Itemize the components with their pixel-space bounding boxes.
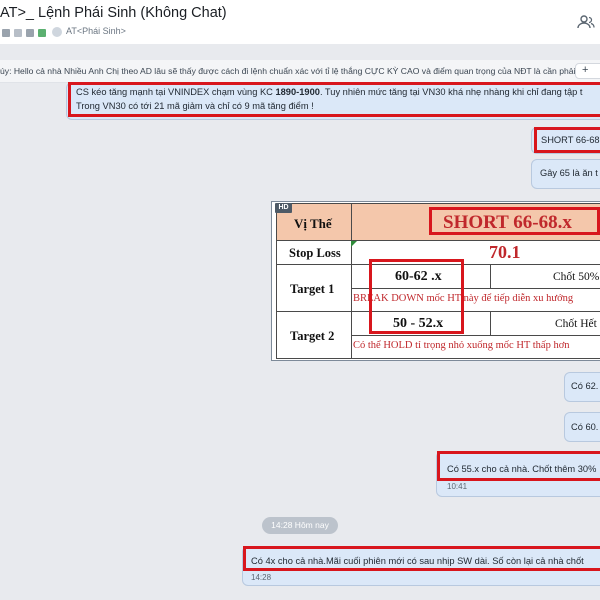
highlight-box	[68, 82, 600, 117]
corner-marker-icon	[351, 241, 357, 247]
target2-close: Chốt Hết	[555, 318, 597, 330]
target1-label: Target 1	[290, 282, 335, 296]
pinned-expand-button[interactable]: +	[575, 63, 600, 79]
stop-loss-label: Stop Loss	[289, 246, 341, 260]
message-timestamp: 10:41	[447, 482, 468, 491]
highlight-box	[243, 546, 600, 571]
message-text: Có 60.	[571, 422, 599, 432]
vi-the-label: Vị Thế	[294, 216, 332, 231]
blurred-member	[26, 29, 34, 37]
target1-close: Chốt 50%	[553, 271, 600, 283]
chat-title[interactable]: AT>_ Lệnh Phái Sinh (Không Chat)	[0, 5, 227, 21]
highlight-box	[534, 127, 600, 153]
highlight-box	[437, 451, 600, 481]
target2-label: Target 2	[290, 329, 335, 343]
blurred-member	[14, 29, 22, 37]
community-avatar	[52, 27, 62, 37]
target2-note: Có thể HOLD tỉ trọng nhỏ xuống mốc HT th…	[353, 340, 570, 351]
online-indicator	[38, 29, 46, 37]
community-name[interactable]: AT<Phái Sinh>	[66, 26, 126, 36]
highlight-box	[429, 207, 600, 235]
stop-loss-value: 70.1	[489, 242, 521, 262]
blurred-member	[2, 29, 10, 37]
pinned-message-bar[interactable]: úy: Hello cả nhà Nhiều Anh Chị theo AD l…	[0, 60, 600, 83]
people-icon[interactable]	[576, 12, 596, 32]
pinned-message-text: úy: Hello cả nhà Nhiều Anh Chị theo AD l…	[0, 66, 586, 76]
message-timestamp: 14:28	[251, 573, 272, 582]
message-text: Gây 65 là ăn t	[540, 168, 598, 178]
highlight-box	[369, 259, 464, 334]
hd-badge: HD	[275, 203, 292, 213]
date-divider: 14:28 Hôm nay	[262, 517, 338, 534]
chat-header: AT>_ Lệnh Phái Sinh (Không Chat) AT<Phái…	[0, 0, 600, 44]
message-text: Có 62.	[571, 381, 599, 391]
